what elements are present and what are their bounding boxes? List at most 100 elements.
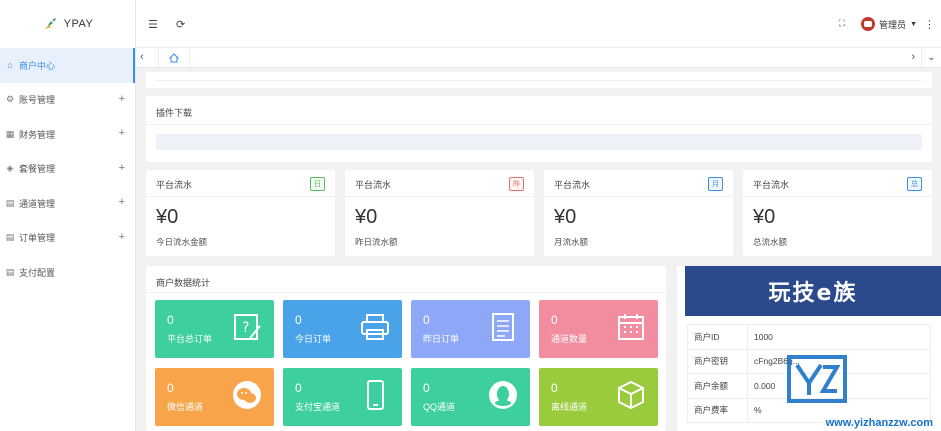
stat-tile[interactable]: 0 QQ通道: [411, 368, 530, 426]
notice-card: [146, 72, 932, 88]
info-value: 1000: [747, 324, 931, 350]
stat-label: 平台流水: [156, 180, 193, 190]
tile-value: 0: [551, 313, 558, 327]
cube-icon: [618, 380, 644, 410]
stat-value: ¥0: [355, 206, 378, 228]
rocket-icon: [44, 18, 56, 29]
avatar: [861, 17, 876, 31]
stat-tile[interactable]: 0 离线通道: [539, 368, 658, 426]
ad-banner[interactable]: 玩技e族: [685, 266, 941, 316]
fullscreen-icon[interactable]: ⛶: [839, 18, 845, 29]
logo[interactable]: YPAY: [0, 0, 135, 48]
stat-label: 平台流水: [355, 180, 392, 190]
info-key: 商户ID: [687, 324, 748, 350]
phone-icon: [367, 380, 384, 410]
menu-fold-icon[interactable]: ☰: [148, 18, 158, 31]
expand-icon[interactable]: +: [119, 127, 125, 139]
tab-scroll-right-icon[interactable]: ›: [911, 51, 915, 63]
merchant-info-card: 玩技e族 商户ID 1000 商户密钥 cFng2B6q... 商户余额 0.000 商户费…: [677, 266, 941, 431]
stat-tile[interactable]: 0 今日订单: [283, 300, 402, 358]
sidebar-item[interactable]: ◈ 套餐管理 +: [0, 152, 135, 187]
stat-divider: [544, 196, 733, 197]
sidebar-item[interactable]: ⚙ 账号管理 +: [0, 83, 135, 118]
sidebar-item-label: 订单管理: [19, 233, 56, 244]
stat-tile[interactable]: 0 通道数量: [539, 300, 658, 358]
tile-value: 0: [295, 313, 302, 327]
calendar-icon: [618, 314, 644, 340]
stat-tile[interactable]: 0 昨日订单: [411, 300, 530, 358]
tile-value: 0: [167, 313, 174, 327]
info-key: 商户密钥: [687, 348, 748, 374]
stat-badge: 月: [708, 177, 723, 191]
merchant-stats-divider: [146, 292, 666, 293]
sidebar-item-label: 通道管理: [19, 198, 56, 209]
box-icon: ◈: [6, 163, 14, 174]
plugin-divider: [146, 124, 932, 125]
stat-badge: 昨: [509, 177, 524, 191]
stat-divider: [345, 196, 534, 197]
tile-value: 0: [551, 381, 558, 395]
qq-icon: [489, 381, 517, 409]
grid-icon: ▤: [5, 232, 15, 243]
expand-icon[interactable]: +: [119, 231, 125, 243]
tile-value: 0: [167, 381, 174, 395]
sidebar-item-label: 账号管理: [19, 95, 56, 106]
caret-down-icon: ▼: [910, 20, 917, 28]
sidebar-item[interactable]: ▤ 支付配置: [0, 255, 135, 290]
expand-icon[interactable]: +: [119, 196, 125, 208]
sidebar-item[interactable]: ▤ 订单管理 +: [0, 221, 135, 256]
tab-home[interactable]: [158, 48, 190, 67]
stat-label: 平台流水: [554, 180, 591, 190]
gear-icon: ⚙: [5, 94, 15, 105]
tile-label: 支付宝通道: [295, 402, 341, 412]
stat-card: 平台流水 日 ¥0 今日流水金额: [146, 170, 335, 256]
sidebar-item[interactable]: ▤ 通道管理 +: [0, 186, 135, 221]
info-key: 商户余额: [687, 373, 748, 399]
stat-desc: 昨日流水额: [355, 237, 398, 247]
expand-icon[interactable]: +: [119, 162, 125, 174]
user-menu[interactable]: 管理员 ▼: [861, 17, 917, 31]
tab-bar: ‹ › ⌄: [136, 48, 941, 68]
sidebar-item[interactable]: ▦ 财务管理 +: [0, 117, 135, 152]
stat-tile[interactable]: 0 支付宝通道: [283, 368, 402, 426]
watermark-site: www.yizhanzzw.com: [825, 417, 933, 429]
expand-icon[interactable]: +: [119, 93, 125, 105]
merchant-stats-card: 商户数据统计 0 平台总订单? 0 今日订单 0 昨日订单 0 通道数量 0 微信通道 0 支付宝通道…: [146, 266, 666, 431]
chart-icon: ▦: [5, 128, 15, 139]
tile-label: 离线通道: [551, 402, 588, 412]
tile-label: 昨日订单: [423, 334, 460, 344]
watermark-logo-icon: [787, 355, 847, 403]
sidebar-item-label: 支付配置: [19, 267, 56, 278]
info-key: 商户费率: [687, 397, 748, 423]
sidebar-item[interactable]: ⌂ 商户中心: [0, 48, 135, 83]
plugin-title: 插件下载: [156, 108, 193, 118]
home-icon: [169, 52, 179, 62]
document-icon: [492, 313, 514, 341]
stat-badge: 总: [907, 177, 922, 191]
tile-label: 今日订单: [295, 334, 332, 344]
home-icon: ⌂: [7, 60, 13, 71]
info-row: 商户ID 1000: [687, 324, 931, 350]
stat-card: 平台流水 总 ¥0 总流水额: [743, 170, 932, 256]
banner-text: 玩技e族: [768, 281, 858, 306]
stat-tile[interactable]: 0 平台总订单?: [155, 300, 274, 358]
tile-label: 微信通道: [167, 402, 204, 412]
refresh-icon[interactable]: ⟳: [176, 18, 185, 31]
grid-icon: ▤: [5, 266, 15, 277]
wechat-icon: [233, 381, 261, 409]
grid-icon: ▤: [5, 197, 15, 208]
stat-desc: 总流水额: [753, 237, 788, 247]
tab-scroll-left-icon[interactable]: ‹: [140, 51, 144, 63]
stat-value: ¥0: [554, 206, 577, 228]
stat-tile[interactable]: 0 微信通道: [155, 368, 274, 426]
stat-value: ¥0: [156, 206, 179, 228]
sidebar-item-label: 套餐管理: [19, 164, 56, 175]
stat-badge: 日: [310, 177, 325, 191]
tab-dropdown-icon[interactable]: ⌄: [921, 48, 941, 67]
plugin-list[interactable]: [156, 134, 922, 150]
more-icon[interactable]: ⋮: [924, 18, 935, 31]
tile-label: QQ通道: [423, 402, 456, 412]
tile-label: 平台总订单: [167, 334, 213, 344]
stat-value: ¥0: [753, 206, 776, 228]
tile-value: 0: [423, 313, 430, 327]
